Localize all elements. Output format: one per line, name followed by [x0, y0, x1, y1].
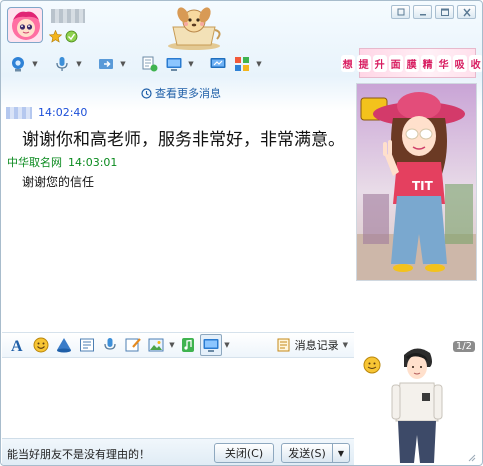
- send-button[interactable]: 发送(S): [281, 443, 333, 463]
- message-history-label: 消息记录: [294, 339, 339, 352]
- image-icon[interactable]: [145, 334, 167, 356]
- sender-name-masked: [6, 106, 32, 119]
- show-page-indicator[interactable]: 1/2: [452, 341, 475, 352]
- voice-message-icon[interactable]: [99, 334, 121, 356]
- message-input[interactable]: [2, 359, 354, 437]
- image-dropdown-icon[interactable]: ▼: [168, 341, 176, 349]
- app-box-dropdown-icon[interactable]: ▼: [255, 60, 263, 68]
- clock-icon: [141, 87, 152, 99]
- self-avatar-figure: [363, 348, 443, 463]
- screenshot-dropdown-icon[interactable]: ▼: [223, 341, 231, 349]
- message-text: 谢谢你和高老师，服务非常好，非常满意。: [22, 130, 345, 150]
- magic-text-icon[interactable]: [76, 334, 98, 356]
- message-header: 中华取名网 14:03:01: [7, 154, 117, 170]
- contact-avatar[interactable]: [7, 7, 43, 43]
- remote-desktop-icon[interactable]: [207, 53, 229, 75]
- app-box-icon[interactable]: [231, 53, 253, 75]
- screen-share-dropdown-icon[interactable]: ▼: [187, 60, 195, 68]
- screenshot-icon[interactable]: [200, 334, 222, 356]
- message-history-icon: [277, 338, 290, 352]
- video-call-icon[interactable]: [7, 53, 29, 75]
- input-toolbar: A ▼ ▼ 消息记录 ▼: [2, 332, 354, 358]
- chevron-down-icon: ▼: [342, 341, 348, 349]
- self-show-figure[interactable]: 1/2: [356, 339, 477, 463]
- maximize-icon[interactable]: [435, 5, 454, 19]
- send-options-dropdown-icon[interactable]: ▼: [332, 443, 350, 463]
- emoji-icon[interactable]: [30, 334, 52, 356]
- message-text: 谢谢您的信任: [22, 175, 95, 189]
- ad-char: 华: [436, 54, 451, 72]
- mascot-dog-in-cup-icon: [159, 5, 229, 51]
- ad-char: 面: [388, 54, 403, 72]
- ad-char: 收: [468, 54, 482, 72]
- graffiti-icon[interactable]: [122, 334, 144, 356]
- file-transfer-dropdown-icon[interactable]: ▼: [119, 60, 127, 68]
- svg-text:TIT: TIT: [412, 179, 434, 193]
- ad-char: 升: [372, 54, 387, 72]
- contact-show-figure[interactable]: TIT: [356, 83, 477, 281]
- screen-share-icon[interactable]: [163, 53, 185, 75]
- ad-char: 想: [340, 54, 355, 72]
- minimize-icon[interactable]: [413, 5, 432, 19]
- message-time: 14:03:01: [68, 155, 118, 169]
- message-header: 14:02:40: [6, 106, 87, 119]
- chat-toolbar: ▼ ▼ ▼ ▼ ▼: [7, 51, 263, 77]
- window-controls: [391, 5, 476, 19]
- restore-icon[interactable]: [391, 5, 410, 19]
- voice-call-dropdown-icon[interactable]: ▼: [75, 60, 83, 68]
- chat-history[interactable]: 查看更多消息 14:02:40 谢谢你和高老师，服务非常好，非常满意。 中华取名…: [2, 81, 352, 329]
- footer-tip[interactable]: 能当好朋友不是没有理由的！: [7, 446, 150, 462]
- view-more-messages-link[interactable]: 查看更多消息: [141, 85, 221, 101]
- ad-char: 吸: [452, 54, 467, 72]
- music-icon[interactable]: [177, 334, 199, 356]
- resize-grip-icon[interactable]: [466, 452, 476, 462]
- view-more-messages-label: 查看更多消息: [155, 87, 221, 100]
- close-icon[interactable]: [457, 5, 476, 19]
- message-history-button[interactable]: 消息记录 ▼: [277, 337, 348, 353]
- close-button[interactable]: 关闭(C): [214, 443, 274, 463]
- video-call-dropdown-icon[interactable]: ▼: [31, 60, 39, 68]
- message-time: 14:02:40: [38, 106, 88, 119]
- sender-name: 中华取名网: [7, 156, 62, 169]
- footer-bar: 能当好朋友不是没有理由的！ 关闭(C) 发送(S) ▼: [2, 438, 354, 465]
- qzone-icon[interactable]: [65, 30, 78, 43]
- ad-char: 提: [356, 54, 371, 72]
- shake-icon[interactable]: [53, 334, 75, 356]
- font-icon[interactable]: A: [7, 334, 29, 356]
- voice-call-icon[interactable]: [51, 53, 73, 75]
- ad-char: 精: [420, 54, 435, 72]
- contact-nickname-masked: [51, 9, 85, 23]
- ad-banner[interactable]: 想 提 升 面 膜 精 华 吸 收 ?: [340, 48, 482, 78]
- contact-status-icons: [48, 29, 78, 43]
- remote-assist-icon[interactable]: [139, 53, 161, 75]
- chat-window: ▼ ▼ ▼ ▼ ▼ 想 提 升 面 膜 精 华 吸 收 查看更多消息 14:02…: [0, 0, 483, 466]
- svg-text:A: A: [11, 338, 23, 354]
- star-level-icon: [48, 29, 63, 43]
- ad-char: 膜: [404, 54, 419, 72]
- file-transfer-icon[interactable]: [95, 53, 117, 75]
